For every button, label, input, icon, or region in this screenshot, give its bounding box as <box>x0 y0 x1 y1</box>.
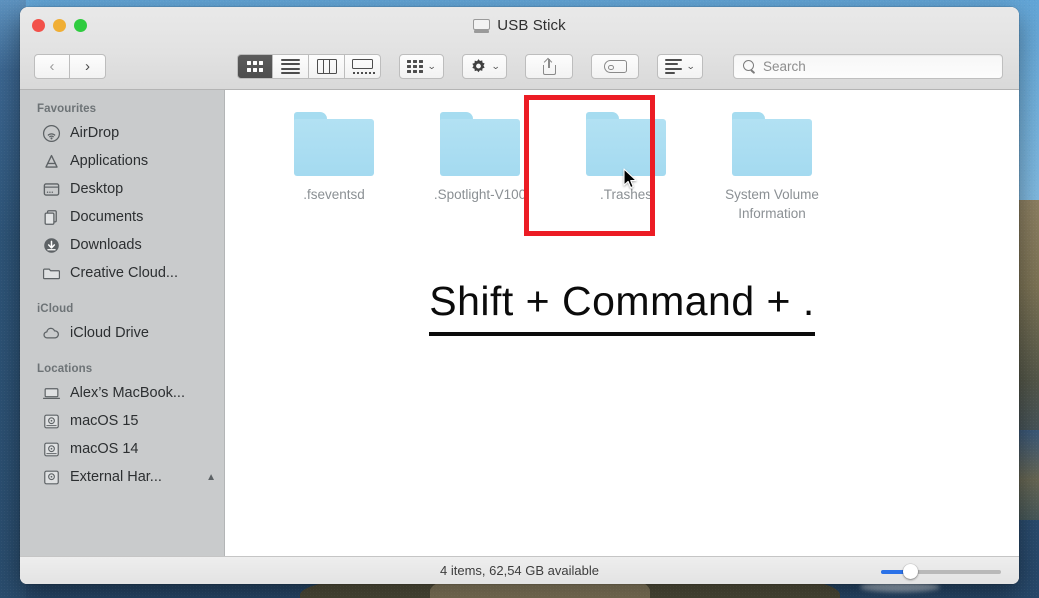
columns-icon <box>316 59 337 74</box>
share-button[interactable] <box>525 54 574 79</box>
file-label: System Volume Information <box>725 187 819 222</box>
folder-icon <box>586 112 666 176</box>
status-bar: 4 items, 62,54 GB available <box>20 556 1019 584</box>
sidebar-item-external-hard-drive[interactable]: External Har... ▲ <box>20 463 224 491</box>
sidebar-item-documents[interactable]: Documents <box>20 203 224 231</box>
file-label: .Spotlight-V100 <box>433 187 527 202</box>
file-item-spotlight-v100[interactable]: .Spotlight-V100 <box>407 108 553 223</box>
icon-view-button[interactable] <box>237 54 273 79</box>
cloud-icon <box>42 324 61 343</box>
file-browser-content[interactable]: .fseventsd .Spotlight-V100 .Trashes Syst… <box>225 90 1019 556</box>
sidebar-item-airdrop[interactable]: AirDrop <box>20 119 224 147</box>
hard-drive-icon <box>42 412 61 431</box>
sidebar-item-creative-cloud[interactable]: Creative Cloud... <box>20 259 224 287</box>
sidebar-item-downloads[interactable]: Downloads <box>20 231 224 259</box>
sidebar-section-locations-header: Locations <box>37 363 93 375</box>
back-button[interactable]: ‹ <box>34 54 70 79</box>
navigation-buttons: ‹ › <box>34 54 106 79</box>
documents-icon <box>42 208 61 227</box>
action-menu-button[interactable]: ⌄ <box>461 54 508 79</box>
share-icon <box>542 57 556 75</box>
tag-icon <box>603 60 627 73</box>
desktop-icon <box>42 180 61 199</box>
gear-icon <box>470 58 487 75</box>
sidebar-item-label: Documents <box>70 209 144 225</box>
folder-icon <box>42 264 61 283</box>
sidebar-item-label: Alex’s MacBook... <box>70 385 185 401</box>
arrow-pointer-icon <box>623 168 638 190</box>
sidebar-item-macos-15[interactable]: macOS 15 <box>20 407 224 435</box>
sidebar-item-label: External Har... <box>70 469 162 485</box>
eject-icon[interactable]: ▲ <box>206 472 216 483</box>
file-item-fseventsd[interactable]: .fseventsd <box>261 108 407 223</box>
airdrop-icon <box>42 124 61 143</box>
grid-icon <box>246 61 264 72</box>
window-body: Favourites AirDrop Applications Desktop … <box>20 90 1019 556</box>
grid-small-icon <box>407 59 424 74</box>
sidebar-item-applications[interactable]: Applications <box>20 147 224 175</box>
chevron-down-icon: ⌄ <box>686 61 696 71</box>
applications-icon <box>42 152 61 171</box>
sidebar-item-icloud-drive[interactable]: iCloud Drive <box>20 319 224 347</box>
icon-grid: .fseventsd .Spotlight-V100 .Trashes Syst… <box>225 90 1019 223</box>
sidebar-item-label: Applications <box>70 153 149 169</box>
gallery-view-button[interactable] <box>345 54 381 79</box>
icon-size-slider[interactable] <box>881 564 1001 579</box>
sidebar-item-label: macOS 14 <box>70 441 139 457</box>
folder-icon <box>732 112 812 176</box>
column-view-button[interactable] <box>309 54 345 79</box>
file-item-system-volume-information[interactable]: System Volume Information <box>699 108 845 223</box>
finder-window: USB Stick ‹ › ⌄ ⌄ ⌄ Search Favourites Ai… <box>20 7 1019 584</box>
window-title-text: USB Stick <box>497 17 566 34</box>
hard-drive-icon <box>42 440 61 459</box>
titlebar[interactable]: USB Stick <box>20 7 1019 44</box>
sidebar-item-alexs-macbook[interactable]: Alex’s MacBook... <box>20 379 224 407</box>
search-field[interactable] <box>733 54 1003 79</box>
search-input[interactable] <box>763 59 993 74</box>
chevron-down-icon: ⌄ <box>490 61 501 71</box>
chevron-left-icon: ‹ <box>49 58 55 75</box>
window-chrome: USB Stick ‹ › ⌄ ⌄ ⌄ Search <box>20 7 1019 90</box>
downloads-icon <box>42 236 61 255</box>
hard-drive-icon <box>42 468 61 487</box>
gallery-icon <box>352 59 376 74</box>
window-title: USB Stick <box>20 17 1019 34</box>
sidebar[interactable]: Favourites AirDrop Applications Desktop … <box>20 90 225 556</box>
sidebar-item-label: Creative Cloud... <box>70 265 178 281</box>
sidebar-section-icloud-header: iCloud <box>37 303 74 315</box>
list-icon <box>281 58 300 75</box>
folder-icon <box>440 112 520 176</box>
sort-icon <box>665 59 683 74</box>
sidebar-item-desktop[interactable]: Desktop <box>20 175 224 203</box>
file-label: .fseventsd <box>303 187 365 202</box>
sidebar-item-label: macOS 15 <box>70 413 139 429</box>
laptop-icon <box>42 384 61 403</box>
folder-icon <box>294 112 374 176</box>
sidebar-item-label: iCloud Drive <box>70 325 149 341</box>
sidebar-item-label: AirDrop <box>70 125 120 141</box>
list-view-button[interactable] <box>273 54 309 79</box>
chevron-right-icon: › <box>85 58 90 75</box>
shortcut-annotation: Shift + Command + . <box>225 278 1019 336</box>
edit-tags-button[interactable] <box>591 54 640 79</box>
search-icon <box>743 60 756 73</box>
file-item-trashes[interactable]: .Trashes <box>553 108 699 223</box>
group-items-button[interactable]: ⌄ <box>399 54 444 79</box>
chevron-down-icon: ⌄ <box>427 61 437 71</box>
sidebar-item-macos-14[interactable]: macOS 14 <box>20 435 224 463</box>
toolbar: ‹ › ⌄ ⌄ ⌄ Search <box>20 44 1019 89</box>
shortcut-text: Shift + Command + . <box>429 278 815 336</box>
slider-knob[interactable] <box>903 564 918 579</box>
sidebar-item-label: Desktop <box>70 181 124 197</box>
sidebar-section-favourites-header: Favourites <box>37 103 97 115</box>
forward-button[interactable]: › <box>70 54 106 79</box>
drive-icon <box>473 18 491 33</box>
sidebar-item-label: Downloads <box>70 237 142 253</box>
arrange-by-button[interactable]: ⌄ <box>657 54 704 79</box>
status-text: 4 items, 62,54 GB available <box>440 563 599 578</box>
view-switcher <box>237 54 381 79</box>
